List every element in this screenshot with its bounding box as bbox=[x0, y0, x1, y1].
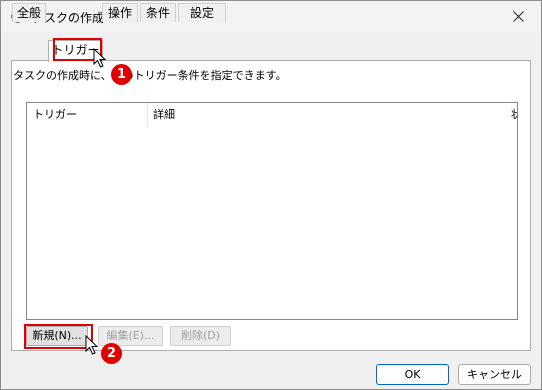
new-button-highlight bbox=[24, 324, 93, 349]
mouse-cursor-icon bbox=[93, 48, 107, 68]
tab-settings[interactable]: 設定 bbox=[178, 3, 226, 22]
column-divider[interactable] bbox=[147, 103, 148, 127]
column-header-status[interactable]: 状 bbox=[511, 103, 517, 127]
mouse-cursor-icon bbox=[85, 335, 99, 355]
step-badge-1: 1 bbox=[111, 64, 132, 85]
title-bar: タスクの作成 bbox=[1, 1, 541, 32]
trigger-description: タスクの作成時に、このトリガー条件を指定できます。 bbox=[13, 69, 287, 82]
tab-conditions[interactable]: 条件 bbox=[140, 3, 176, 22]
close-button[interactable] bbox=[495, 1, 541, 32]
close-icon bbox=[512, 11, 524, 22]
delete-trigger-button[interactable]: 削除(D) bbox=[170, 326, 231, 346]
column-header-details[interactable]: 詳細 bbox=[153, 103, 175, 127]
step-badge-2: 2 bbox=[101, 343, 122, 364]
trigger-list[interactable]: トリガー 詳細 状 bbox=[26, 102, 518, 320]
column-header-trigger[interactable]: トリガー bbox=[33, 103, 77, 127]
task-create-dialog: タスクの作成 全般 トリガー 操作 条件 設定 タスクの作成時に、このトリガー条… bbox=[0, 0, 542, 390]
tab-general[interactable]: 全般 bbox=[12, 3, 46, 22]
tab-actions[interactable]: 操作 bbox=[102, 3, 138, 22]
ok-button[interactable]: OK bbox=[376, 364, 449, 385]
cancel-button[interactable]: キャンセル bbox=[458, 364, 531, 385]
